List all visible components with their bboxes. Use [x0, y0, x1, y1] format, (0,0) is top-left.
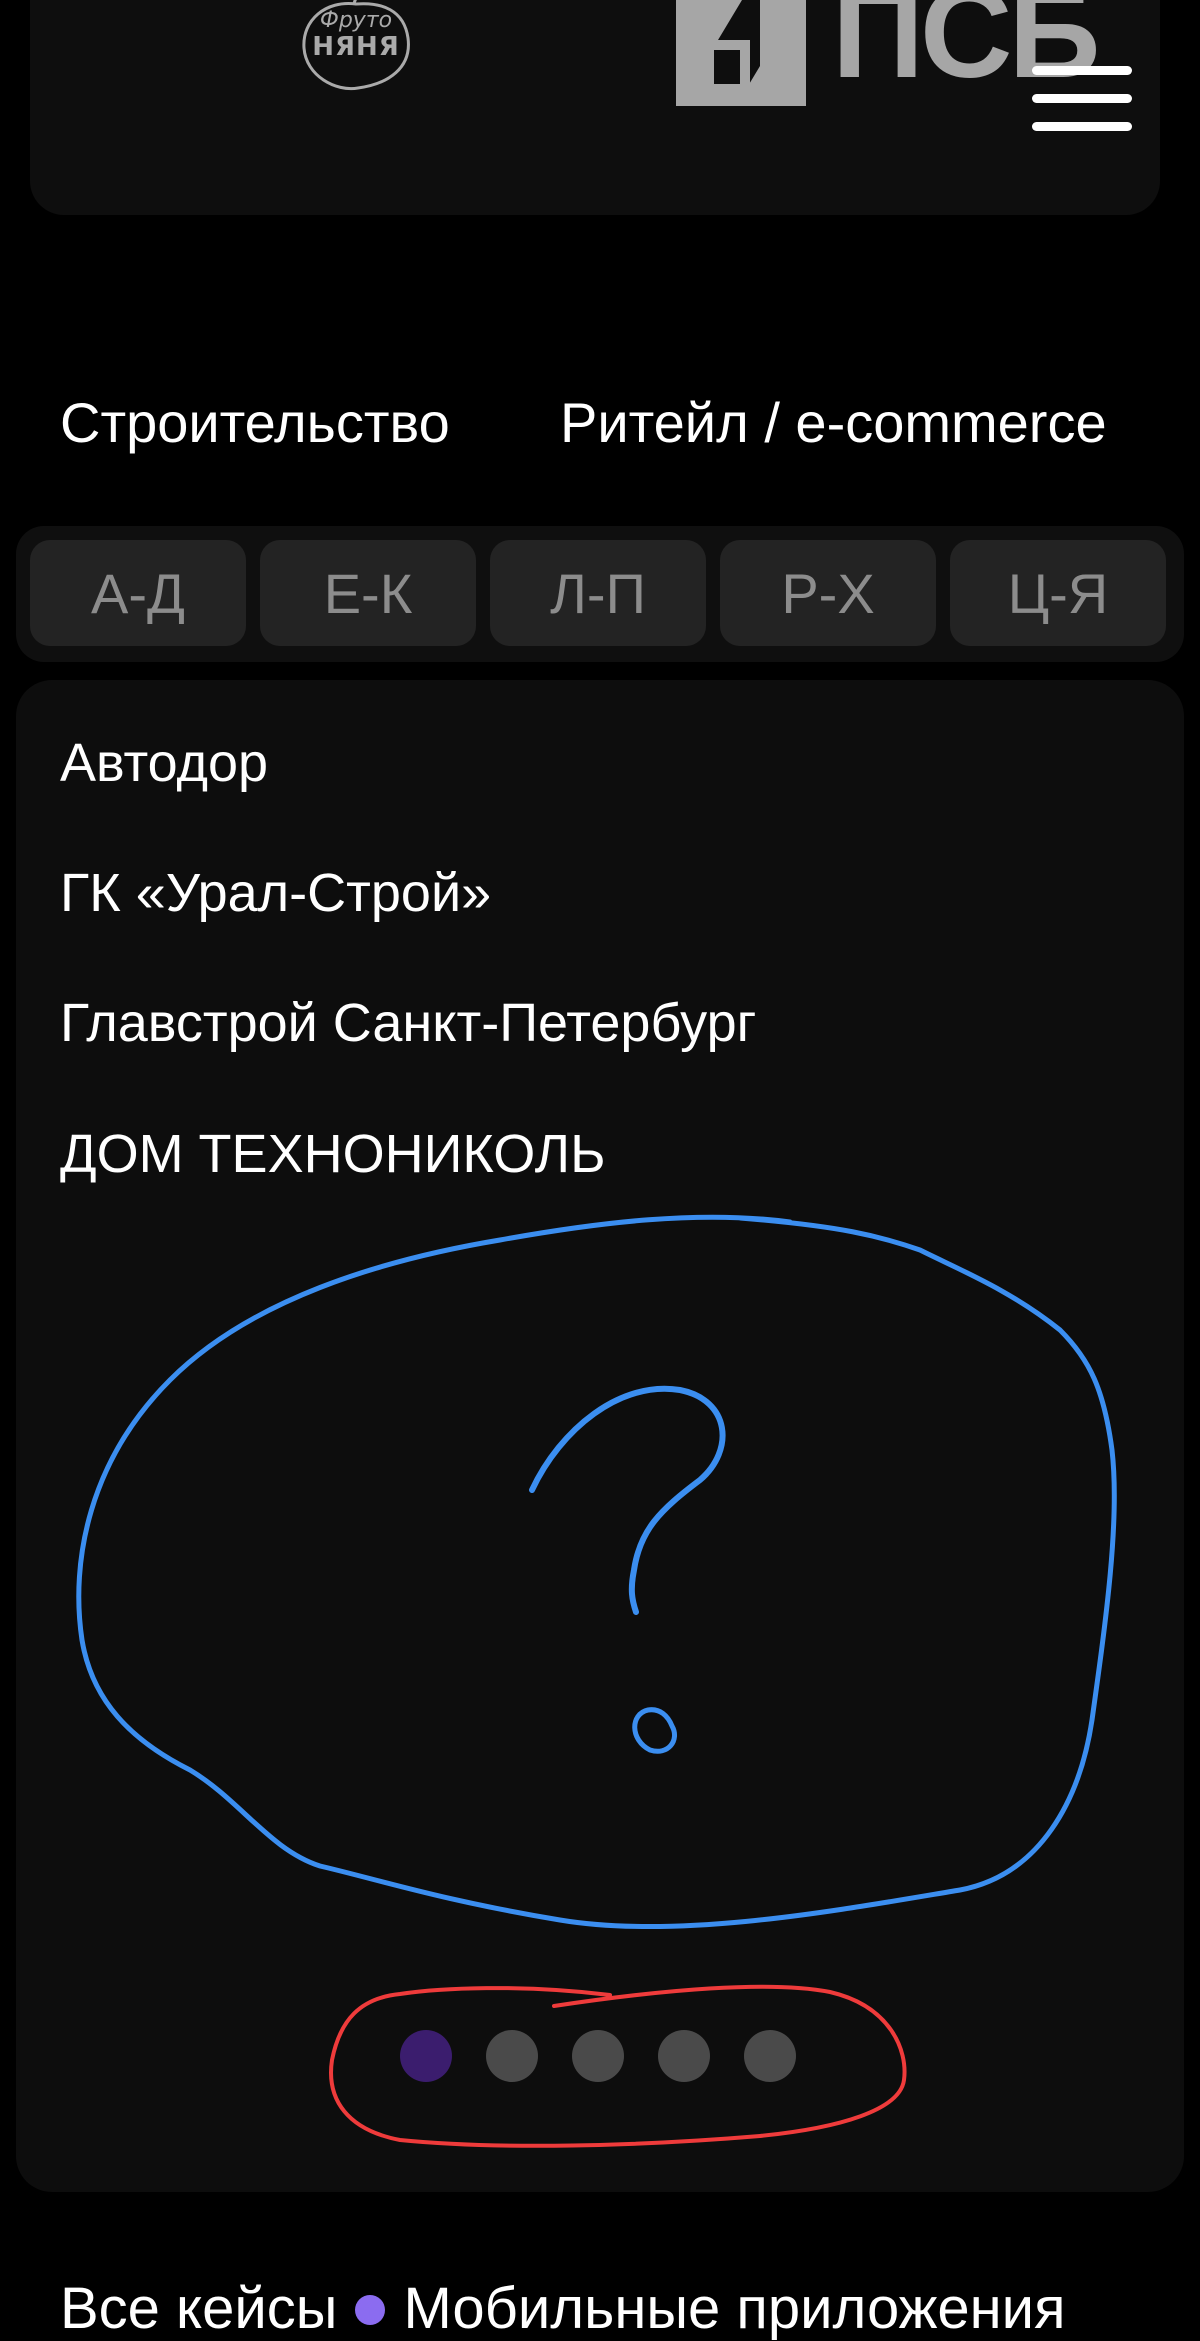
annotation-question-curve: [529, 1385, 726, 1615]
all-cases-link[interactable]: Все кейсы: [60, 2276, 337, 2341]
annotation-blue-loop: [76, 1214, 1117, 1930]
annotation-question-dot: [632, 1707, 677, 1754]
pagination-dot-2[interactable]: [486, 2030, 538, 2082]
pagination-dot-1[interactable]: [400, 2030, 452, 2082]
mobile-apps-link[interactable]: Мобильные приложения: [403, 2276, 1065, 2341]
pagination-dot-3[interactable]: [572, 2030, 624, 2082]
annotation-layer: [76, 1214, 1117, 2148]
separator-dot-icon: [355, 2294, 386, 2325]
pagination-dot-5[interactable]: [744, 2030, 796, 2082]
case-links-row: Все кейсы Мобильные приложения: [60, 2280, 1065, 2338]
pagination-dot-4[interactable]: [658, 2030, 710, 2082]
